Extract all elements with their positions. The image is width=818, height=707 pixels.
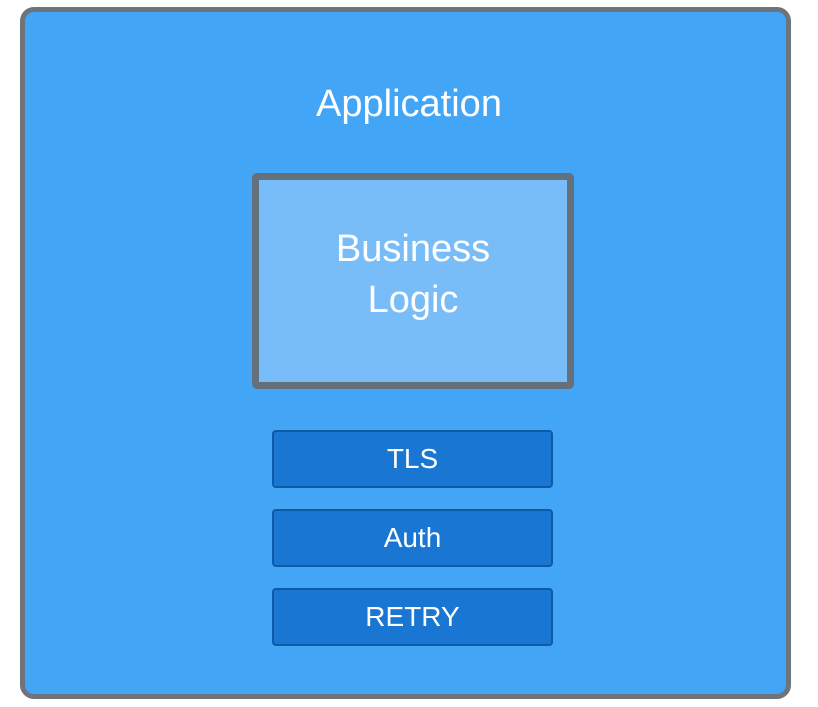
auth-layer: Auth (272, 509, 553, 567)
retry-layer: RETRY (272, 588, 553, 646)
business-logic-box: Business Logic (252, 173, 574, 389)
tls-layer: TLS (272, 430, 553, 488)
application-title: Application (316, 83, 502, 125)
business-logic-label: Business Logic (335, 228, 491, 321)
